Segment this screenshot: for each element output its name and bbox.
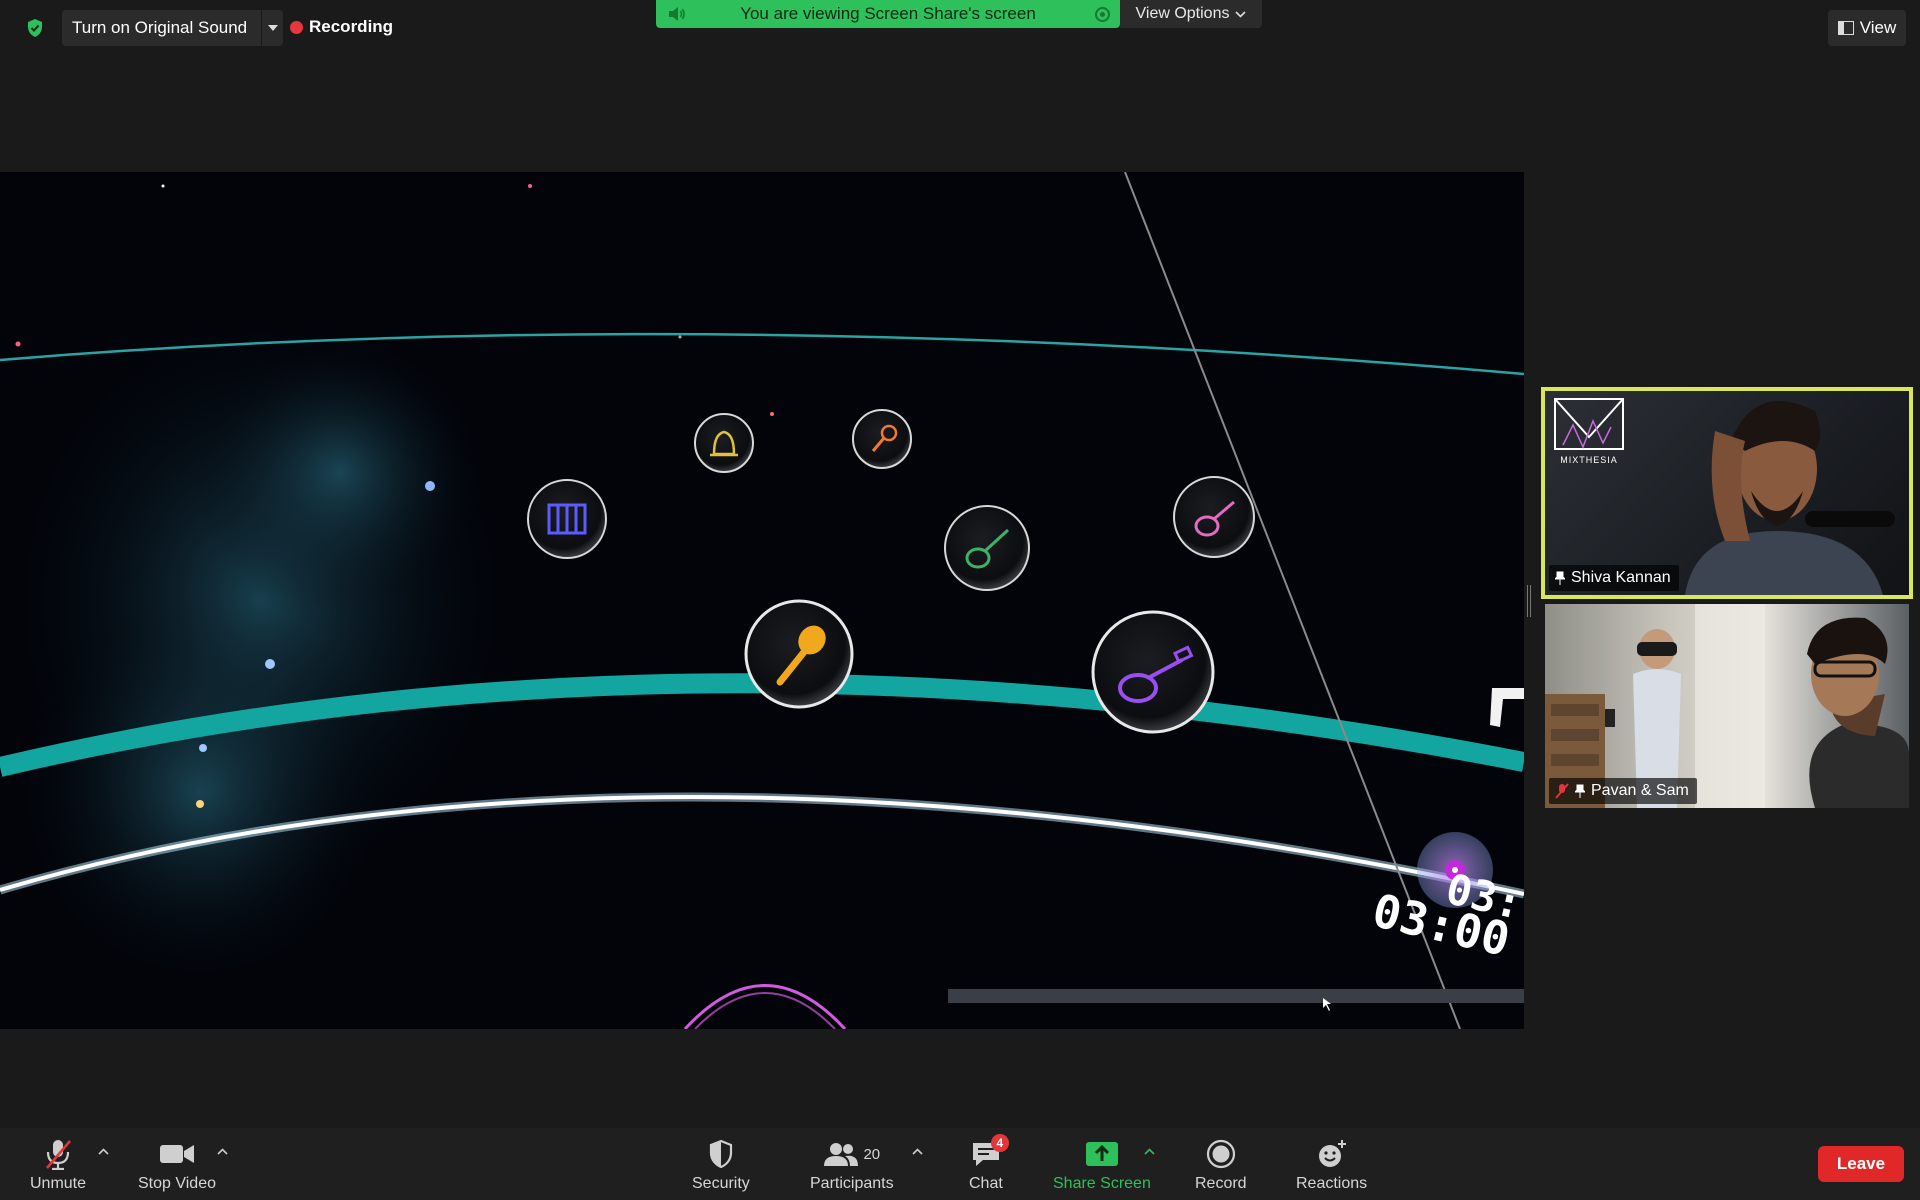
space-scene [0,172,1524,1029]
participant-name-tag: Shiva Kannan [1549,565,1679,591]
pin-icon [1575,784,1585,798]
security-button[interactable]: Security [692,1138,750,1193]
chat-bubble-icon: 4 [971,1134,1009,1170]
stop-share-icon[interactable] [1095,7,1110,22]
original-sound-button[interactable]: Turn on Original Sound [62,10,284,46]
chevron-up-icon[interactable] [96,1144,110,1158]
video-tile-active-speaker[interactable]: MIXTHESIA Shiva Kannan [1541,387,1913,599]
participant-video [1685,401,1895,595]
chevron-down-icon [1235,10,1247,18]
view-button[interactable]: View [1828,10,1906,46]
electric-guitar-bubble[interactable] [1091,610,1215,734]
share-screen-button[interactable]: Share Screen [1053,1138,1151,1193]
share-screen-icon [1085,1138,1119,1170]
piano-bubble[interactable] [527,479,607,559]
record-icon [1206,1138,1236,1170]
share-screen-label: Share Screen [1053,1175,1151,1192]
svg-text:MIXTHESIA: MIXTHESIA [1560,455,1618,465]
stop-video-button[interactable]: Stop Video [138,1138,216,1193]
guitar-pink-bubble[interactable] [1173,476,1255,558]
shield-icon [708,1138,734,1170]
chat-unread-badge: 4 [990,1134,1009,1152]
mic-muted-icon [1555,783,1569,799]
chevron-up-icon[interactable] [1142,1144,1156,1158]
participant-name-tag: Pavan & Sam [1549,778,1697,804]
view-options-label: View Options [1135,5,1230,22]
participants-label: Participants [810,1175,894,1192]
chat-label: Chat [969,1175,1003,1192]
mic-muted-icon [43,1138,73,1170]
chevron-down-icon[interactable] [261,10,283,46]
view-options-button[interactable]: View Options [1120,0,1262,28]
panel-resize-handle[interactable] [1527,585,1531,617]
top-bar: Turn on Original Sound Recording You are… [0,0,1920,56]
view-label: View [1859,18,1897,37]
speaker-icon [668,6,686,27]
participants-button[interactable]: 20 Participants [810,1138,894,1193]
leave-button[interactable]: Leave [1818,1146,1904,1182]
guitar-green-bubble[interactable] [944,505,1030,591]
participants-count: 20 [863,1145,881,1163]
recording-label: Recording [309,17,394,36]
participant-name: Pavan & Sam [1591,782,1689,799]
mixthesia-logo: MIXTHESIA [1554,398,1624,465]
chat-button[interactable]: 4 Chat [969,1134,1009,1193]
reactions-button[interactable]: Reactions [1296,1138,1367,1193]
participants-icon: 20 [823,1138,880,1170]
mic-large-bubble[interactable] [744,599,854,709]
pin-icon [1555,571,1565,585]
video-tile[interactable]: Pavan & Sam [1545,604,1909,808]
shared-screen[interactable]: 03:00 03: [0,172,1524,1029]
unmute-label: Unmute [30,1175,87,1192]
record-label: Record [1195,1175,1247,1192]
share-banner-text: You are viewing Screen Share's screen [740,4,1036,23]
unmute-button[interactable]: Unmute [30,1138,86,1193]
reactions-label: Reactions [1296,1175,1368,1192]
layout-icon [1837,21,1854,35]
original-sound-label[interactable]: Turn on Original Sound [62,10,261,46]
security-label: Security [692,1175,750,1192]
screen-share-banner: You are viewing Screen Share's screen [656,0,1120,28]
meeting-toolbar: Unmute Stop Video Security 20 Participan… [0,1128,1920,1200]
emoji-plus-icon [1317,1138,1347,1170]
encryption-shield-icon[interactable] [20,14,50,42]
chevron-up-icon[interactable] [215,1144,229,1158]
video-camera-icon [159,1138,195,1170]
mic-small-bubble[interactable] [852,409,912,469]
participant-name: Shiva Kannan [1571,569,1671,586]
stop-video-label: Stop Video [138,1175,216,1192]
zoom-meeting-window: Turn on Original Sound Recording You are… [0,0,1920,1200]
chevron-up-icon[interactable] [910,1144,924,1158]
record-button[interactable]: Record [1195,1138,1247,1193]
record-dot-icon [290,20,303,34]
recording-indicator[interactable]: Recording [290,17,393,37]
bell-bubble[interactable] [694,413,754,473]
